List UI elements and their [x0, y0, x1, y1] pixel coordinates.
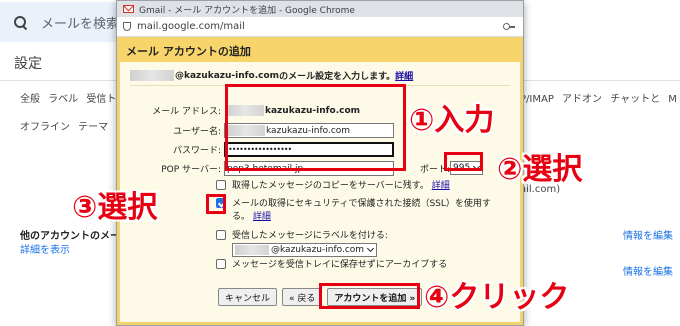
intro-text: @kazukazu-info.com のメール設定を入力します。 詳細	[130, 69, 413, 82]
search-icon	[14, 15, 27, 29]
leave-copy-label: 取得したメッセージのコピーをサーバーに残す。	[232, 181, 429, 191]
window-title: Gmail - メール アカウントを追加 - Google Chrome	[139, 5, 355, 16]
show-details-link[interactable]: 詳細を表示	[20, 241, 70, 256]
annotation-step2: ②選択	[497, 152, 583, 187]
archive-checkbox[interactable]	[216, 259, 226, 269]
label-select[interactable]: @kazukazu-info.com	[232, 243, 378, 257]
chevron-down-icon	[367, 244, 375, 253]
intro-domain: @kazukazu-info.com	[175, 70, 280, 81]
search-placeholder: メールを検索	[41, 16, 120, 32]
address-bar[interactable]: mail.google.com/mail	[117, 17, 523, 37]
label-option-text: 受信したメッセージにラベルを付ける:	[232, 231, 388, 241]
url-text: mail.google.com/mail	[137, 21, 245, 32]
settings-title: 設定	[14, 56, 42, 72]
highlight-ssl-checkbox	[206, 194, 226, 214]
annotation-step1: ①入力	[409, 103, 495, 138]
label-option[interactable]: 受信したメッセージにラベルを付ける:	[216, 230, 506, 243]
leave-copy-details-link[interactable]: 詳細	[432, 181, 450, 191]
gmail-icon	[123, 5, 134, 13]
leave-copy-checkbox[interactable]	[216, 180, 226, 190]
intro-message: のメール設定を入力します。	[279, 72, 396, 82]
other-accounts-label: 他のアカウントのメー	[20, 231, 120, 242]
pop-server-label: POP サーバー:	[161, 165, 221, 175]
leave-copy-option[interactable]: 取得したメッセージのコピーをサーバーに残す。 詳細	[216, 180, 506, 193]
ssl-details-link[interactable]: 詳細	[253, 212, 271, 222]
ssl-label-line1: メールの取得にセキュリティで保護された接続（SSL）を使用す	[232, 199, 491, 209]
blurred-text	[235, 245, 269, 255]
edit-info-link[interactable]: 情報を編集	[623, 227, 673, 242]
ssl-label-line2: る。	[232, 212, 251, 222]
email-label: メール アドレス:	[152, 107, 221, 117]
settings-tabs-right[interactable]: P/IMAP アドオン チャットと M	[520, 90, 677, 105]
annotation-step4: ④クリック	[424, 280, 570, 315]
cancel-button[interactable]: キャンセル	[218, 288, 278, 306]
site-info-icon[interactable]	[123, 22, 131, 31]
username-label: ユーザー名:	[173, 127, 221, 137]
highlight-fields	[225, 84, 406, 171]
details-link[interactable]: 詳細	[395, 69, 413, 82]
label-select-wrap: @kazukazu-info.com	[232, 243, 378, 257]
label-checkbox[interactable]	[216, 230, 226, 240]
window-titlebar: Gmail - メール アカウントを追加 - Google Chrome	[117, 1, 523, 17]
label-select-value: @kazukazu-info.com	[271, 245, 365, 255]
blurred-username	[130, 70, 174, 81]
back-button[interactable]: « 戻る	[282, 288, 323, 306]
dialog-title: メール アカウントの追加	[120, 40, 520, 62]
key-icon[interactable]	[503, 22, 515, 30]
ssl-option[interactable]: メールの取得にセキュリティで保護された接続（SSL）を使用す る。 詳細	[216, 198, 506, 224]
settings-tabs-row2[interactable]: オフライン テーマ	[20, 118, 108, 133]
highlight-add-button	[319, 283, 420, 309]
annotation-step3: ③選択	[72, 190, 158, 225]
edit-info-link[interactable]: 情報を編集	[623, 263, 673, 278]
highlight-port	[444, 152, 483, 171]
settings-tabs-left[interactable]: 全般 ラベル 受信ト	[20, 90, 116, 105]
password-label: パスワード:	[172, 146, 221, 156]
archive-option[interactable]: メッセージを受信トレイに保存せずにアーカイブする	[216, 259, 506, 272]
archive-label: メッセージを受信トレイに保存せずにアーカイブする	[232, 260, 448, 270]
